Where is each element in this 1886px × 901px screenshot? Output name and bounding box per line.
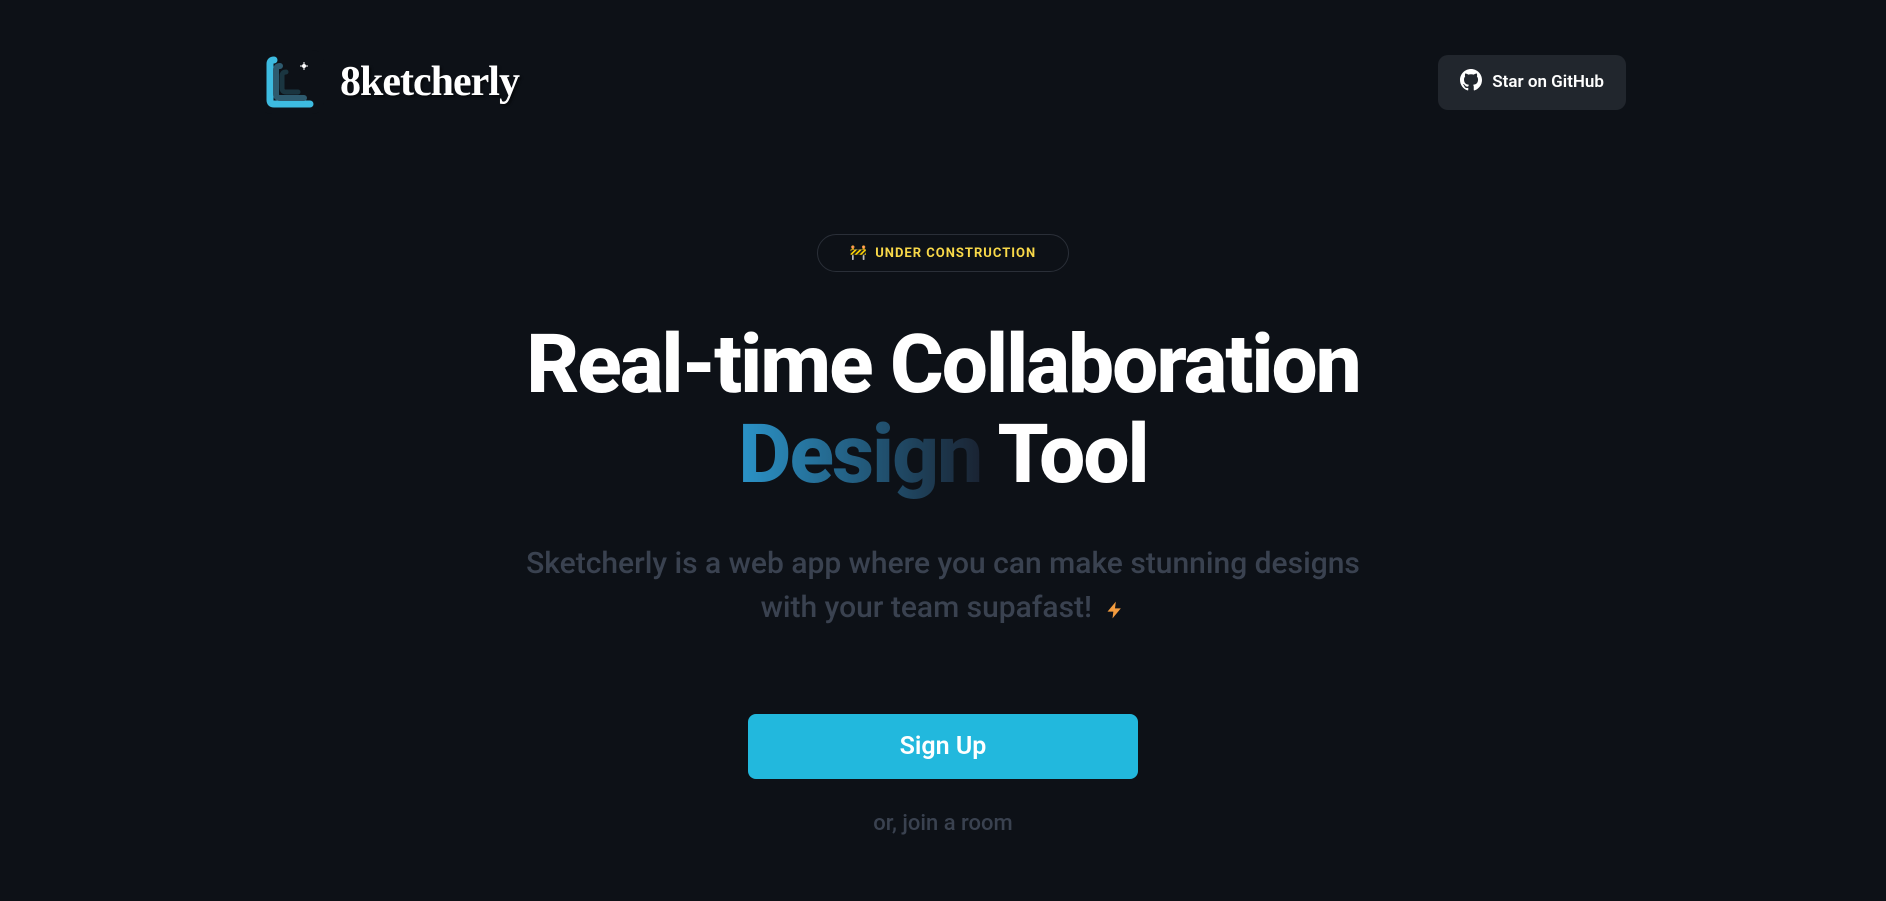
subtitle-text: Sketcherly is a web app where you can ma… [526, 546, 1360, 625]
github-icon [1460, 69, 1482, 96]
headline-line-2: Design Tool [526, 410, 1360, 500]
github-star-button[interactable]: Star on GitHub [1438, 55, 1626, 110]
under-construction-badge: 🚧 UNDER CONSTRUCTION [817, 234, 1069, 272]
join-room-link[interactable]: or, join a room [873, 811, 1012, 836]
headline-rest: Tool [981, 407, 1147, 503]
headline-highlight: Design [738, 407, 981, 503]
brand-name: 8ketcherly [340, 58, 519, 106]
github-button-label: Star on GitHub [1492, 72, 1604, 92]
bolt-icon [1105, 589, 1125, 630]
logo-icon [260, 50, 324, 114]
construction-icon: 🚧 [850, 245, 867, 261]
badge-text: UNDER CONSTRUCTION [875, 246, 1036, 261]
brand-logo[interactable]: 8ketcherly [260, 50, 519, 114]
signup-button[interactable]: Sign Up [748, 714, 1138, 779]
hero-subtitle: Sketcherly is a web app where you can ma… [503, 542, 1383, 629]
hero-headline: Real-time Collaboration Design Tool [526, 320, 1360, 500]
headline-line-1: Real-time Collaboration [526, 320, 1360, 410]
